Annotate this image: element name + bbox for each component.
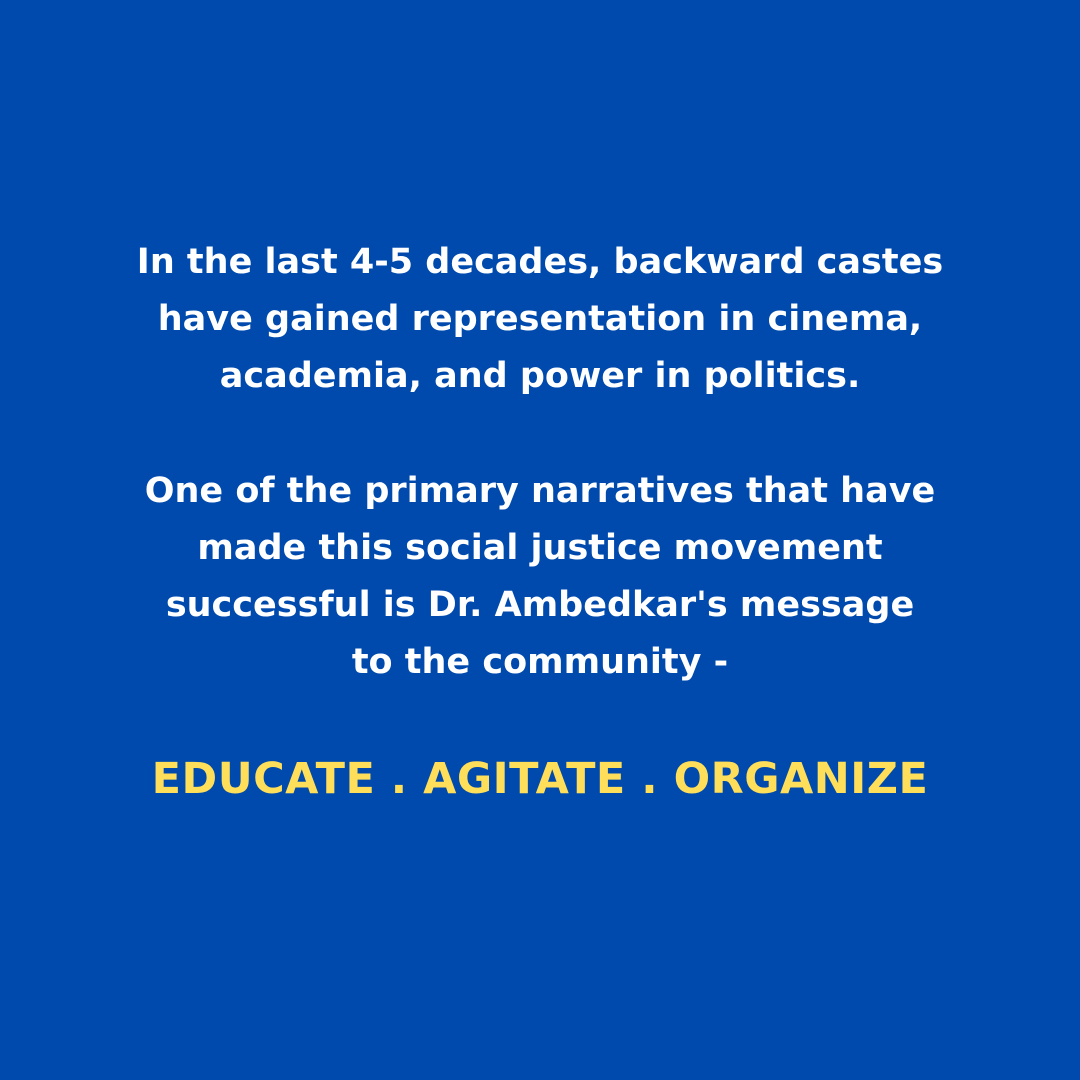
narrative-line-2: made this social justice movement	[197, 528, 883, 568]
slogan-heading: EDUCATE . AGITATE . ORGANIZE	[151, 754, 929, 804]
narrative-paragraph: One of the primary narratives that have …	[0, 463, 1080, 691]
narrative-line-1: One of the primary narratives that have	[144, 471, 936, 511]
post-canvas: In the last 4-5 decades, backward castes…	[0, 0, 1080, 1080]
intro-line-2: have gained representation in cinema,	[157, 299, 923, 339]
narrative-line-4: to the community -	[351, 642, 729, 682]
narrative-line-3: successful is Dr. Ambedkar's message	[165, 585, 915, 625]
intro-paragraph: In the last 4-5 decades, backward castes…	[0, 234, 1080, 405]
intro-line-3: academia, and power in politics.	[219, 356, 861, 396]
intro-line-1: In the last 4-5 decades, backward castes	[136, 242, 944, 282]
